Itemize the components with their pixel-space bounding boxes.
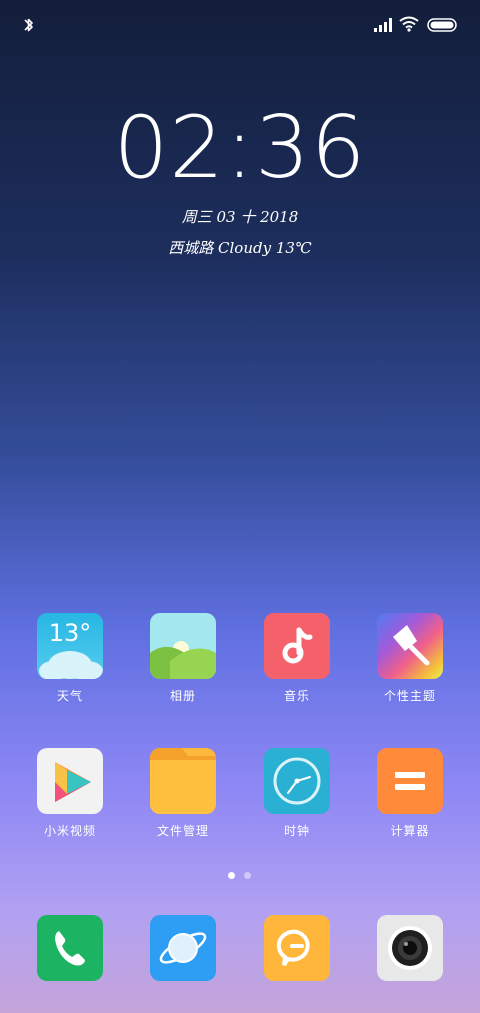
dock-browser[interactable] [150, 915, 216, 981]
play-shape [55, 762, 91, 802]
cloud-shape [39, 651, 103, 679]
weather-icon: 13° [37, 613, 103, 679]
gallery-icon [150, 613, 216, 679]
video-icon [37, 748, 103, 814]
dock-messages[interactable] [264, 915, 330, 981]
weather-text: 西城路 Cloudy 13℃ [168, 239, 312, 257]
phone-icon [55, 931, 85, 966]
browser-icon [159, 932, 207, 964]
music-note [282, 627, 313, 664]
app-gallery[interactable]: 相册 [133, 613, 233, 704]
app-label: 小米视频 [43, 824, 96, 838]
app-themes[interactable]: 个性主题 [360, 613, 460, 704]
file-manager-icon [150, 748, 216, 814]
page-dot-active[interactable] [228, 872, 235, 879]
folder-shape [150, 748, 216, 814]
wifi-icon [399, 16, 419, 32]
app-label: 相册 [169, 689, 196, 703]
camera-icon [388, 926, 432, 970]
themes-icon [377, 613, 443, 679]
landscape-shape [150, 641, 216, 679]
app-label: 天气 [56, 689, 83, 703]
messages-icon [276, 929, 310, 967]
app-video[interactable]: 小米视频 [20, 748, 120, 839]
app-label: 计算器 [390, 824, 430, 838]
date-text: 周三 03 十 2018 [181, 208, 299, 226]
app-label: 音乐 [283, 689, 310, 703]
app-label: 时钟 [283, 824, 310, 838]
app-file-manager[interactable]: 文件管理 [133, 748, 233, 839]
dock-camera[interactable] [377, 915, 443, 981]
music-icon [264, 613, 330, 679]
page-indicator[interactable] [228, 872, 258, 880]
app-music[interactable]: 音乐 [247, 613, 347, 704]
equals-shape [395, 772, 425, 790]
battery-icon [427, 18, 457, 32]
app-label: 文件管理 [156, 824, 209, 838]
calculator-icon [377, 748, 443, 814]
page-dot[interactable] [244, 872, 251, 879]
app-label: 个性主题 [383, 689, 436, 703]
clock-icon [264, 748, 330, 814]
clock-face [273, 757, 321, 805]
brush-shape [393, 625, 430, 666]
app-clock[interactable]: 时钟 [247, 748, 347, 839]
app-weather[interactable]: 13° 天气 [20, 613, 120, 704]
bluetooth-icon [24, 18, 33, 32]
dock-phone[interactable] [37, 915, 103, 981]
signal-icon [374, 18, 392, 32]
clock-time: 02:36 [113, 98, 367, 198]
app-calculator[interactable]: 计算器 [360, 748, 460, 839]
status-bar [0, 0, 480, 50]
